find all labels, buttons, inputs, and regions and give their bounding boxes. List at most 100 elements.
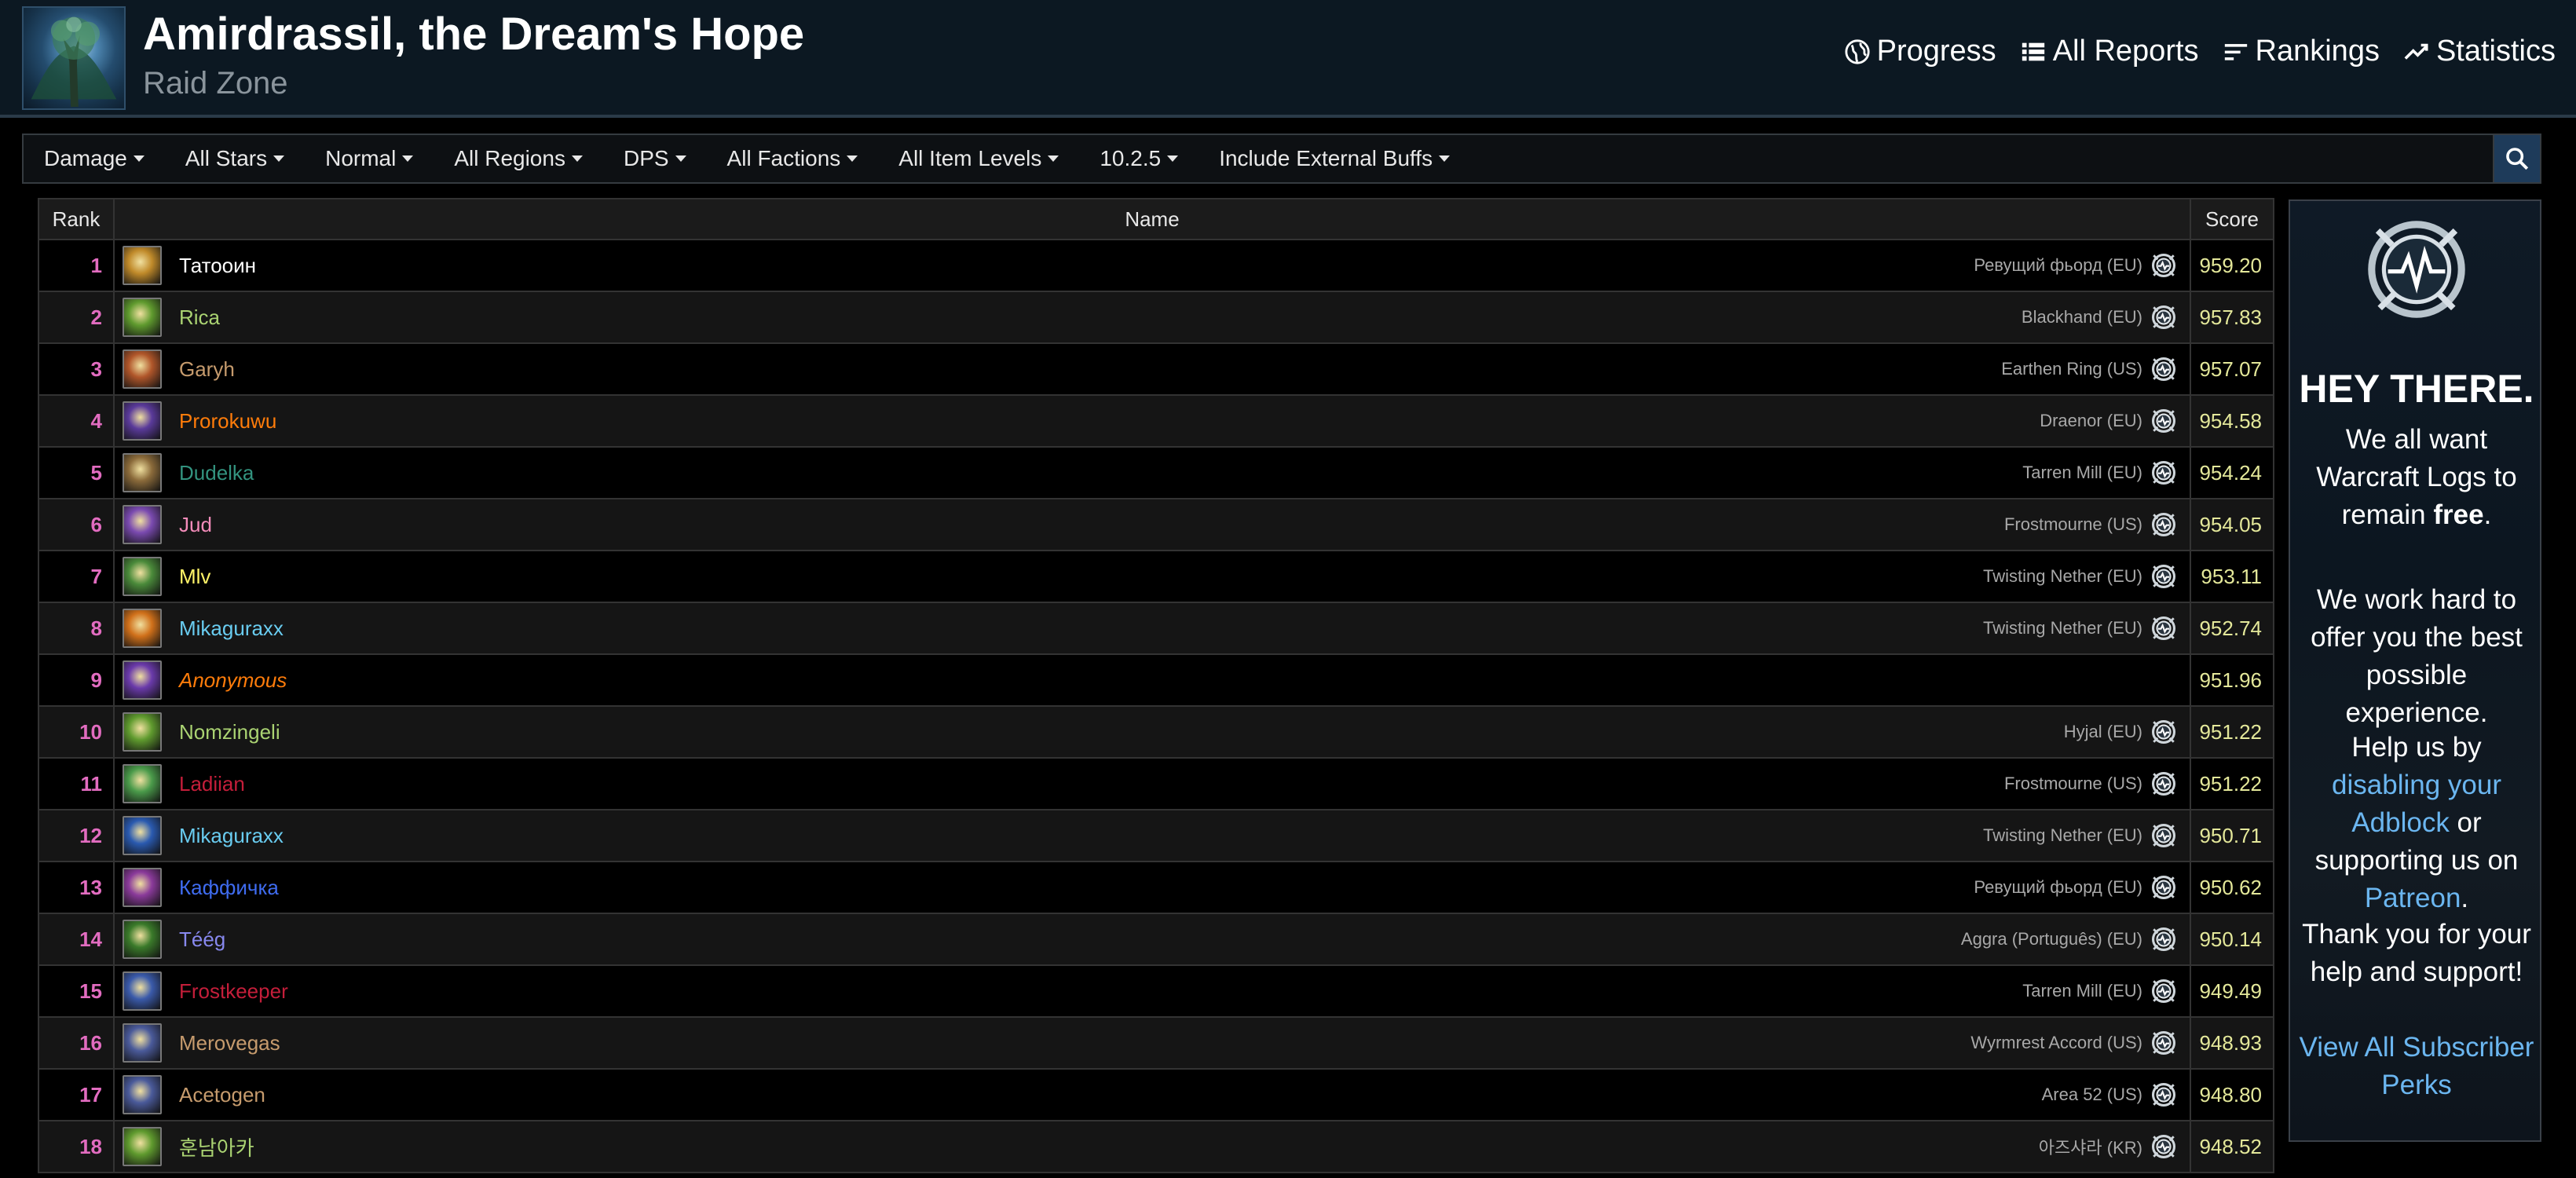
table-row[interactable]: 2 Rica Blackhand (EU) 957.83 bbox=[38, 291, 2274, 344]
server-name[interactable]: Frostmourne (US) bbox=[2004, 514, 2142, 535]
search-button[interactable] bbox=[2493, 135, 2540, 182]
table-row[interactable]: 8 Mikaguraxx Twisting Nether (EU) 952.74 bbox=[38, 602, 2274, 655]
filter-dropdown-include-external-buffs[interactable]: Include External Buffs bbox=[1198, 135, 1470, 182]
filter-dropdown-all-regions[interactable]: All Regions bbox=[434, 135, 603, 182]
warcraft-logs-icon[interactable] bbox=[2150, 408, 2177, 434]
warcraft-logs-icon[interactable] bbox=[2150, 1081, 2177, 1108]
player-name-link[interactable]: Acetogen bbox=[179, 1083, 265, 1107]
warcraft-logs-icon[interactable] bbox=[2150, 770, 2177, 797]
table-row[interactable]: 17 Acetogen Area 52 (US) 948.80 bbox=[38, 1068, 2274, 1121]
server-name[interactable]: Tarren Mill (EU) bbox=[2022, 981, 2142, 1001]
server-name[interactable]: Twisting Nether (EU) bbox=[1983, 566, 2142, 587]
server-name[interactable]: Ревущий фьорд (EU) bbox=[1974, 877, 2142, 898]
table-row[interactable]: 1 Татооин Ревущий фьорд (EU) 959.20 bbox=[38, 239, 2274, 292]
player-name-link[interactable]: Dudelka bbox=[179, 461, 254, 485]
table-row[interactable]: 5 Dudelka Tarren Mill (EU) 954.24 bbox=[38, 446, 2274, 499]
server-name[interactable]: Twisting Nether (EU) bbox=[1983, 825, 2142, 846]
name-cell: Mikaguraxx Twisting Nether (EU) bbox=[114, 809, 2191, 862]
warcraft-logs-icon[interactable] bbox=[2150, 874, 2177, 901]
server-name[interactable]: Twisting Nether (EU) bbox=[1983, 618, 2142, 638]
server-name[interactable]: Hyjal (EU) bbox=[2064, 722, 2142, 742]
warcraft-logs-icon[interactable] bbox=[2150, 926, 2177, 953]
filter-dropdown-damage[interactable]: Damage bbox=[24, 135, 165, 182]
warcraft-logs-icon[interactable] bbox=[2150, 978, 2177, 1004]
table-row[interactable]: 18 훈남아카 아즈샤라 (KR) 948.52 bbox=[38, 1120, 2274, 1173]
table-row[interactable]: 15 Frostkeeper Tarren Mill (EU) 949.49 bbox=[38, 964, 2274, 1018]
player-name-link[interactable]: Rica bbox=[179, 305, 220, 330]
warcraft-logs-icon[interactable] bbox=[2150, 252, 2177, 279]
player-name-link[interactable]: Prorokuwu bbox=[179, 409, 276, 434]
warcraft-logs-icon[interactable] bbox=[2150, 1030, 2177, 1056]
subscriber-perks-link[interactable]: View All Subscriber Perks bbox=[2298, 1029, 2535, 1104]
player-name-link[interactable]: Frostkeeper bbox=[179, 979, 288, 1004]
filter-dropdown-all-factions[interactable]: All Factions bbox=[707, 135, 879, 182]
nav-rankings[interactable]: Rankings bbox=[2223, 35, 2380, 68]
filter-dropdown-dps[interactable]: DPS bbox=[603, 135, 707, 182]
player-name-link[interactable]: 훈남아카 bbox=[179, 1132, 254, 1162]
table-row[interactable]: 14 Téég Aggra (Português) (EU) 950.14 bbox=[38, 913, 2274, 966]
table-row[interactable]: 12 Mikaguraxx Twisting Nether (EU) 950.71 bbox=[38, 809, 2274, 862]
server-name[interactable]: 아즈샤라 (KR) bbox=[2039, 1134, 2142, 1159]
table-row[interactable]: 11 Ladiian Frostmourne (US) 951.22 bbox=[38, 757, 2274, 810]
filter-dropdown-all-stars[interactable]: All Stars bbox=[165, 135, 305, 182]
table-row[interactable]: 16 Merovegas Wyrmrest Accord (US) 948.93 bbox=[38, 1016, 2274, 1070]
player-name-link[interactable]: Garyh bbox=[179, 357, 235, 382]
warcraft-logs-icon[interactable] bbox=[2150, 615, 2177, 642]
player-name-link[interactable]: Татооин bbox=[179, 254, 256, 278]
score-cell: 957.07 bbox=[2190, 342, 2274, 396]
table-row[interactable]: 13 Каффичка Ревущий фьорд (EU) 950.62 bbox=[38, 861, 2274, 914]
server-name[interactable]: Earthen Ring (US) bbox=[2001, 359, 2142, 379]
filter-dropdown-normal[interactable]: Normal bbox=[305, 135, 434, 182]
warcraft-logs-icon[interactable] bbox=[2150, 304, 2177, 331]
nav-progress[interactable]: Progress bbox=[1844, 35, 1996, 68]
warcraft-logs-icon[interactable] bbox=[2150, 822, 2177, 849]
warcraft-logs-icon[interactable] bbox=[2150, 459, 2177, 486]
server-name[interactable]: Area 52 (US) bbox=[2042, 1085, 2142, 1105]
server-name[interactable]: Ревущий фьорд (EU) bbox=[1974, 255, 2142, 276]
table-row[interactable]: 3 Garyh Earthen Ring (US) 957.07 bbox=[38, 342, 2274, 396]
rank-cell: 1 bbox=[38, 239, 115, 292]
spec-icon bbox=[123, 816, 162, 855]
server-name[interactable]: Tarren Mill (EU) bbox=[2022, 463, 2142, 483]
name-column-header[interactable]: Name bbox=[113, 198, 2191, 240]
player-name-link[interactable]: Téég bbox=[179, 927, 225, 952]
table-row[interactable]: 4 Prorokuwu Draenor (EU) 954.58 bbox=[38, 394, 2274, 448]
server-name[interactable]: Draenor (EU) bbox=[2040, 411, 2142, 431]
warcraft-logs-icon[interactable] bbox=[2150, 563, 2177, 590]
nav-all-reports[interactable]: All Reports bbox=[2020, 35, 2199, 68]
score-column-header[interactable]: Score bbox=[2190, 198, 2274, 240]
player-name-link[interactable]: Каффичка bbox=[179, 876, 279, 900]
table-row[interactable]: 7 Mlv Twisting Nether (EU) 953.11 bbox=[38, 550, 2274, 603]
server-name[interactable]: Wyrmrest Accord (US) bbox=[1970, 1033, 2142, 1053]
rank-column-header[interactable]: Rank bbox=[38, 198, 115, 240]
player-name-link[interactable]: Jud bbox=[179, 513, 212, 537]
server-name[interactable]: Blackhand (EU) bbox=[2022, 307, 2142, 327]
player-name-link[interactable]: Mlv bbox=[179, 565, 210, 589]
player-name-link[interactable]: Mikaguraxx bbox=[179, 616, 284, 641]
table-row[interactable]: 9 Anonymous 951.96 bbox=[38, 653, 2274, 707]
player-name-link[interactable]: Merovegas bbox=[179, 1031, 280, 1055]
score-cell: 954.24 bbox=[2190, 446, 2274, 499]
table-row[interactable]: 10 Nomzingeli Hyjal (EU) 951.22 bbox=[38, 705, 2274, 759]
warcraft-logs-icon[interactable] bbox=[2150, 1133, 2177, 1160]
rank-cell: 8 bbox=[38, 602, 115, 655]
name-cell: Anonymous bbox=[114, 653, 2191, 707]
player-name-link[interactable]: Ladiian bbox=[179, 772, 245, 796]
filter-dropdown-all-item-levels[interactable]: All Item Levels bbox=[878, 135, 1079, 182]
warcraft-logs-icon[interactable] bbox=[2150, 719, 2177, 745]
server-name[interactable]: Frostmourne (US) bbox=[2004, 774, 2142, 794]
server-name[interactable]: Aggra (Português) (EU) bbox=[1961, 929, 2142, 949]
name-cell: Prorokuwu Draenor (EU) bbox=[114, 394, 2191, 448]
name-cell: Nomzingeli Hyjal (EU) bbox=[114, 705, 2191, 759]
filter-label: All Factions bbox=[726, 146, 841, 170]
warcraft-logs-icon[interactable] bbox=[2150, 511, 2177, 538]
player-name-link[interactable]: Anonymous bbox=[179, 668, 287, 693]
nav-statistics[interactable]: Statistics bbox=[2403, 35, 2556, 68]
patreon-link[interactable]: Patreon bbox=[2365, 883, 2461, 913]
player-name-link[interactable]: Nomzingeli bbox=[179, 720, 280, 744]
warcraft-logs-icon[interactable] bbox=[2150, 356, 2177, 382]
filter-dropdown-10-2-5[interactable]: 10.2.5 bbox=[1079, 135, 1198, 182]
table-row[interactable]: 6 Jud Frostmourne (US) 954.05 bbox=[38, 498, 2274, 551]
name-cell-content: Frostkeeper Tarren Mill (EU) bbox=[123, 967, 2177, 1015]
player-name-link[interactable]: Mikaguraxx bbox=[179, 824, 284, 848]
